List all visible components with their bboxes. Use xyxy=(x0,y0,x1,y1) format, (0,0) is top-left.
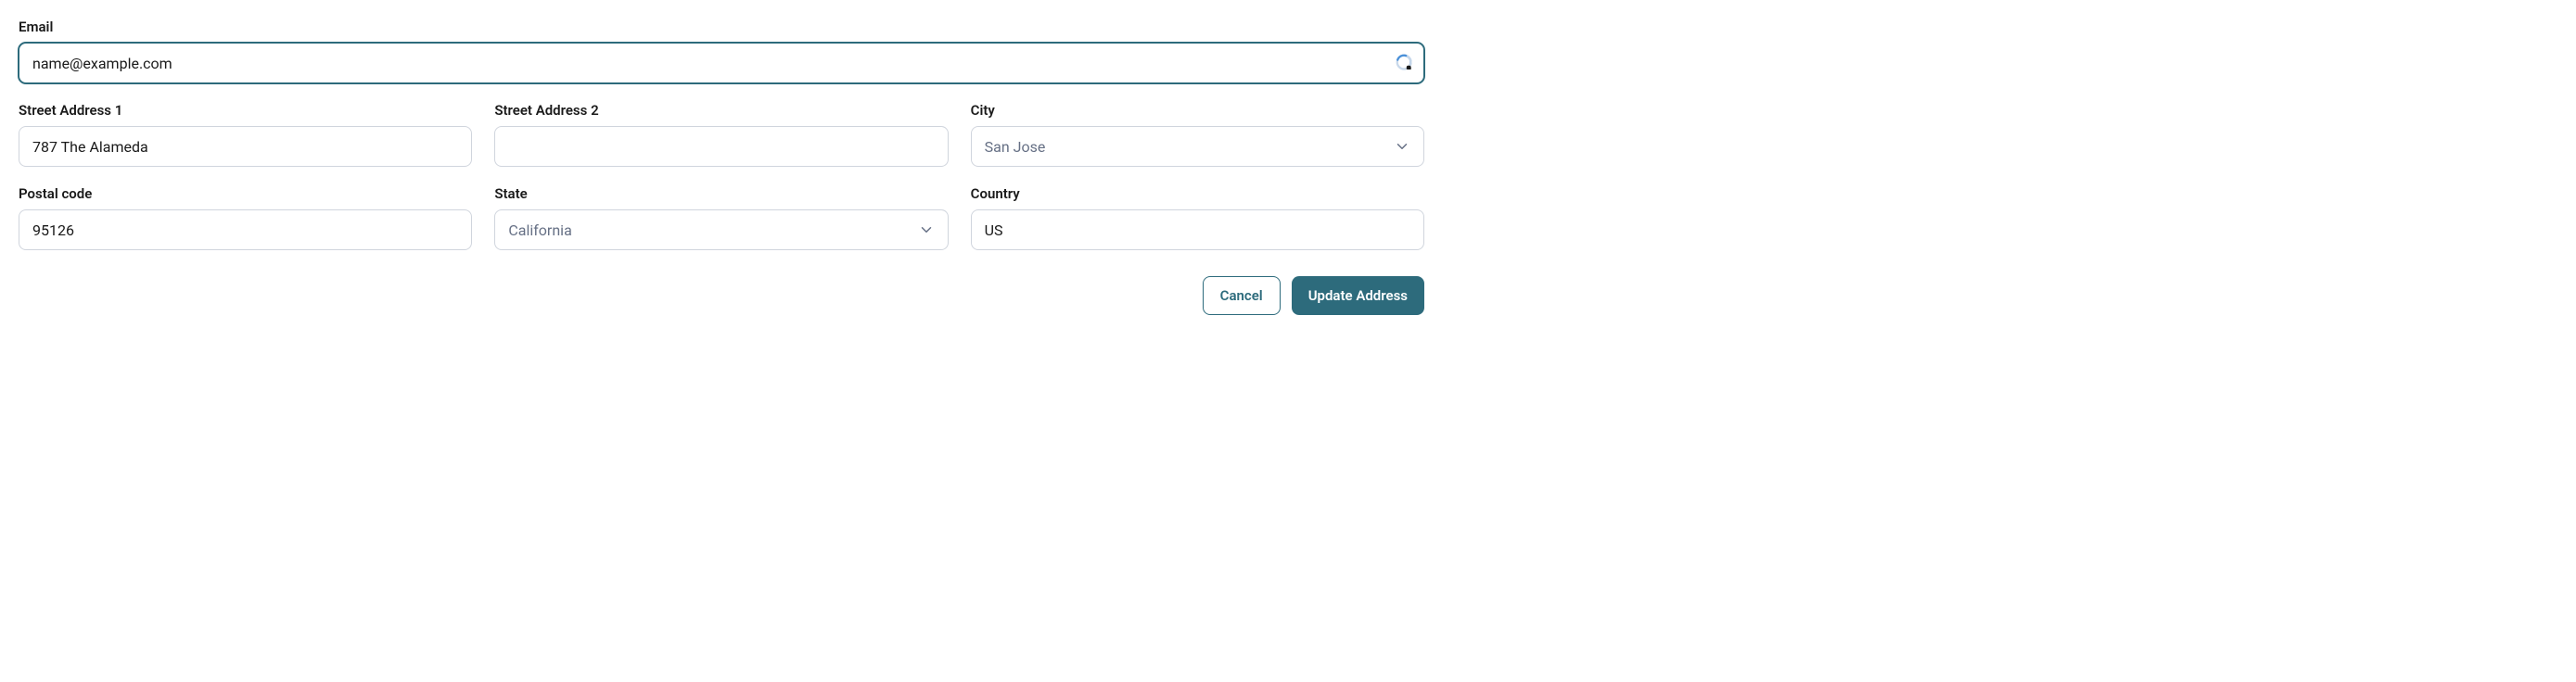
postal-label: Postal code xyxy=(19,185,472,202)
city-value: San Jose xyxy=(985,138,1394,156)
email-input-wrapper xyxy=(19,43,1424,83)
update-address-button[interactable]: Update Address xyxy=(1292,276,1424,315)
password-manager-icon[interactable] xyxy=(1395,53,1415,73)
chevron-down-icon xyxy=(918,221,935,238)
email-label: Email xyxy=(19,19,1424,35)
address-form: Email Street Address 1 Str xyxy=(19,19,1424,315)
state-select[interactable]: California xyxy=(494,209,948,250)
country-group: Country xyxy=(971,185,1424,250)
city-label: City xyxy=(971,102,1424,119)
postal-field[interactable] xyxy=(19,209,472,250)
country-label: Country xyxy=(971,185,1424,202)
street2-group: Street Address 2 xyxy=(494,102,948,167)
form-actions: Cancel Update Address xyxy=(19,276,1424,315)
city-group: City San Jose xyxy=(971,102,1424,167)
chevron-down-icon xyxy=(1394,138,1410,155)
city-select[interactable]: San Jose xyxy=(971,126,1424,167)
state-value: California xyxy=(508,221,917,239)
country-field[interactable] xyxy=(971,209,1424,250)
state-label: State xyxy=(494,185,948,202)
email-group: Email xyxy=(19,19,1424,83)
email-field[interactable] xyxy=(19,43,1424,83)
street2-field[interactable] xyxy=(494,126,948,167)
postal-group: Postal code xyxy=(19,185,472,250)
cancel-button[interactable]: Cancel xyxy=(1203,276,1281,315)
street1-label: Street Address 1 xyxy=(19,102,472,119)
street1-group: Street Address 1 xyxy=(19,102,472,167)
street2-label: Street Address 2 xyxy=(494,102,948,119)
state-group: State California xyxy=(494,185,948,250)
street1-field[interactable] xyxy=(19,126,472,167)
